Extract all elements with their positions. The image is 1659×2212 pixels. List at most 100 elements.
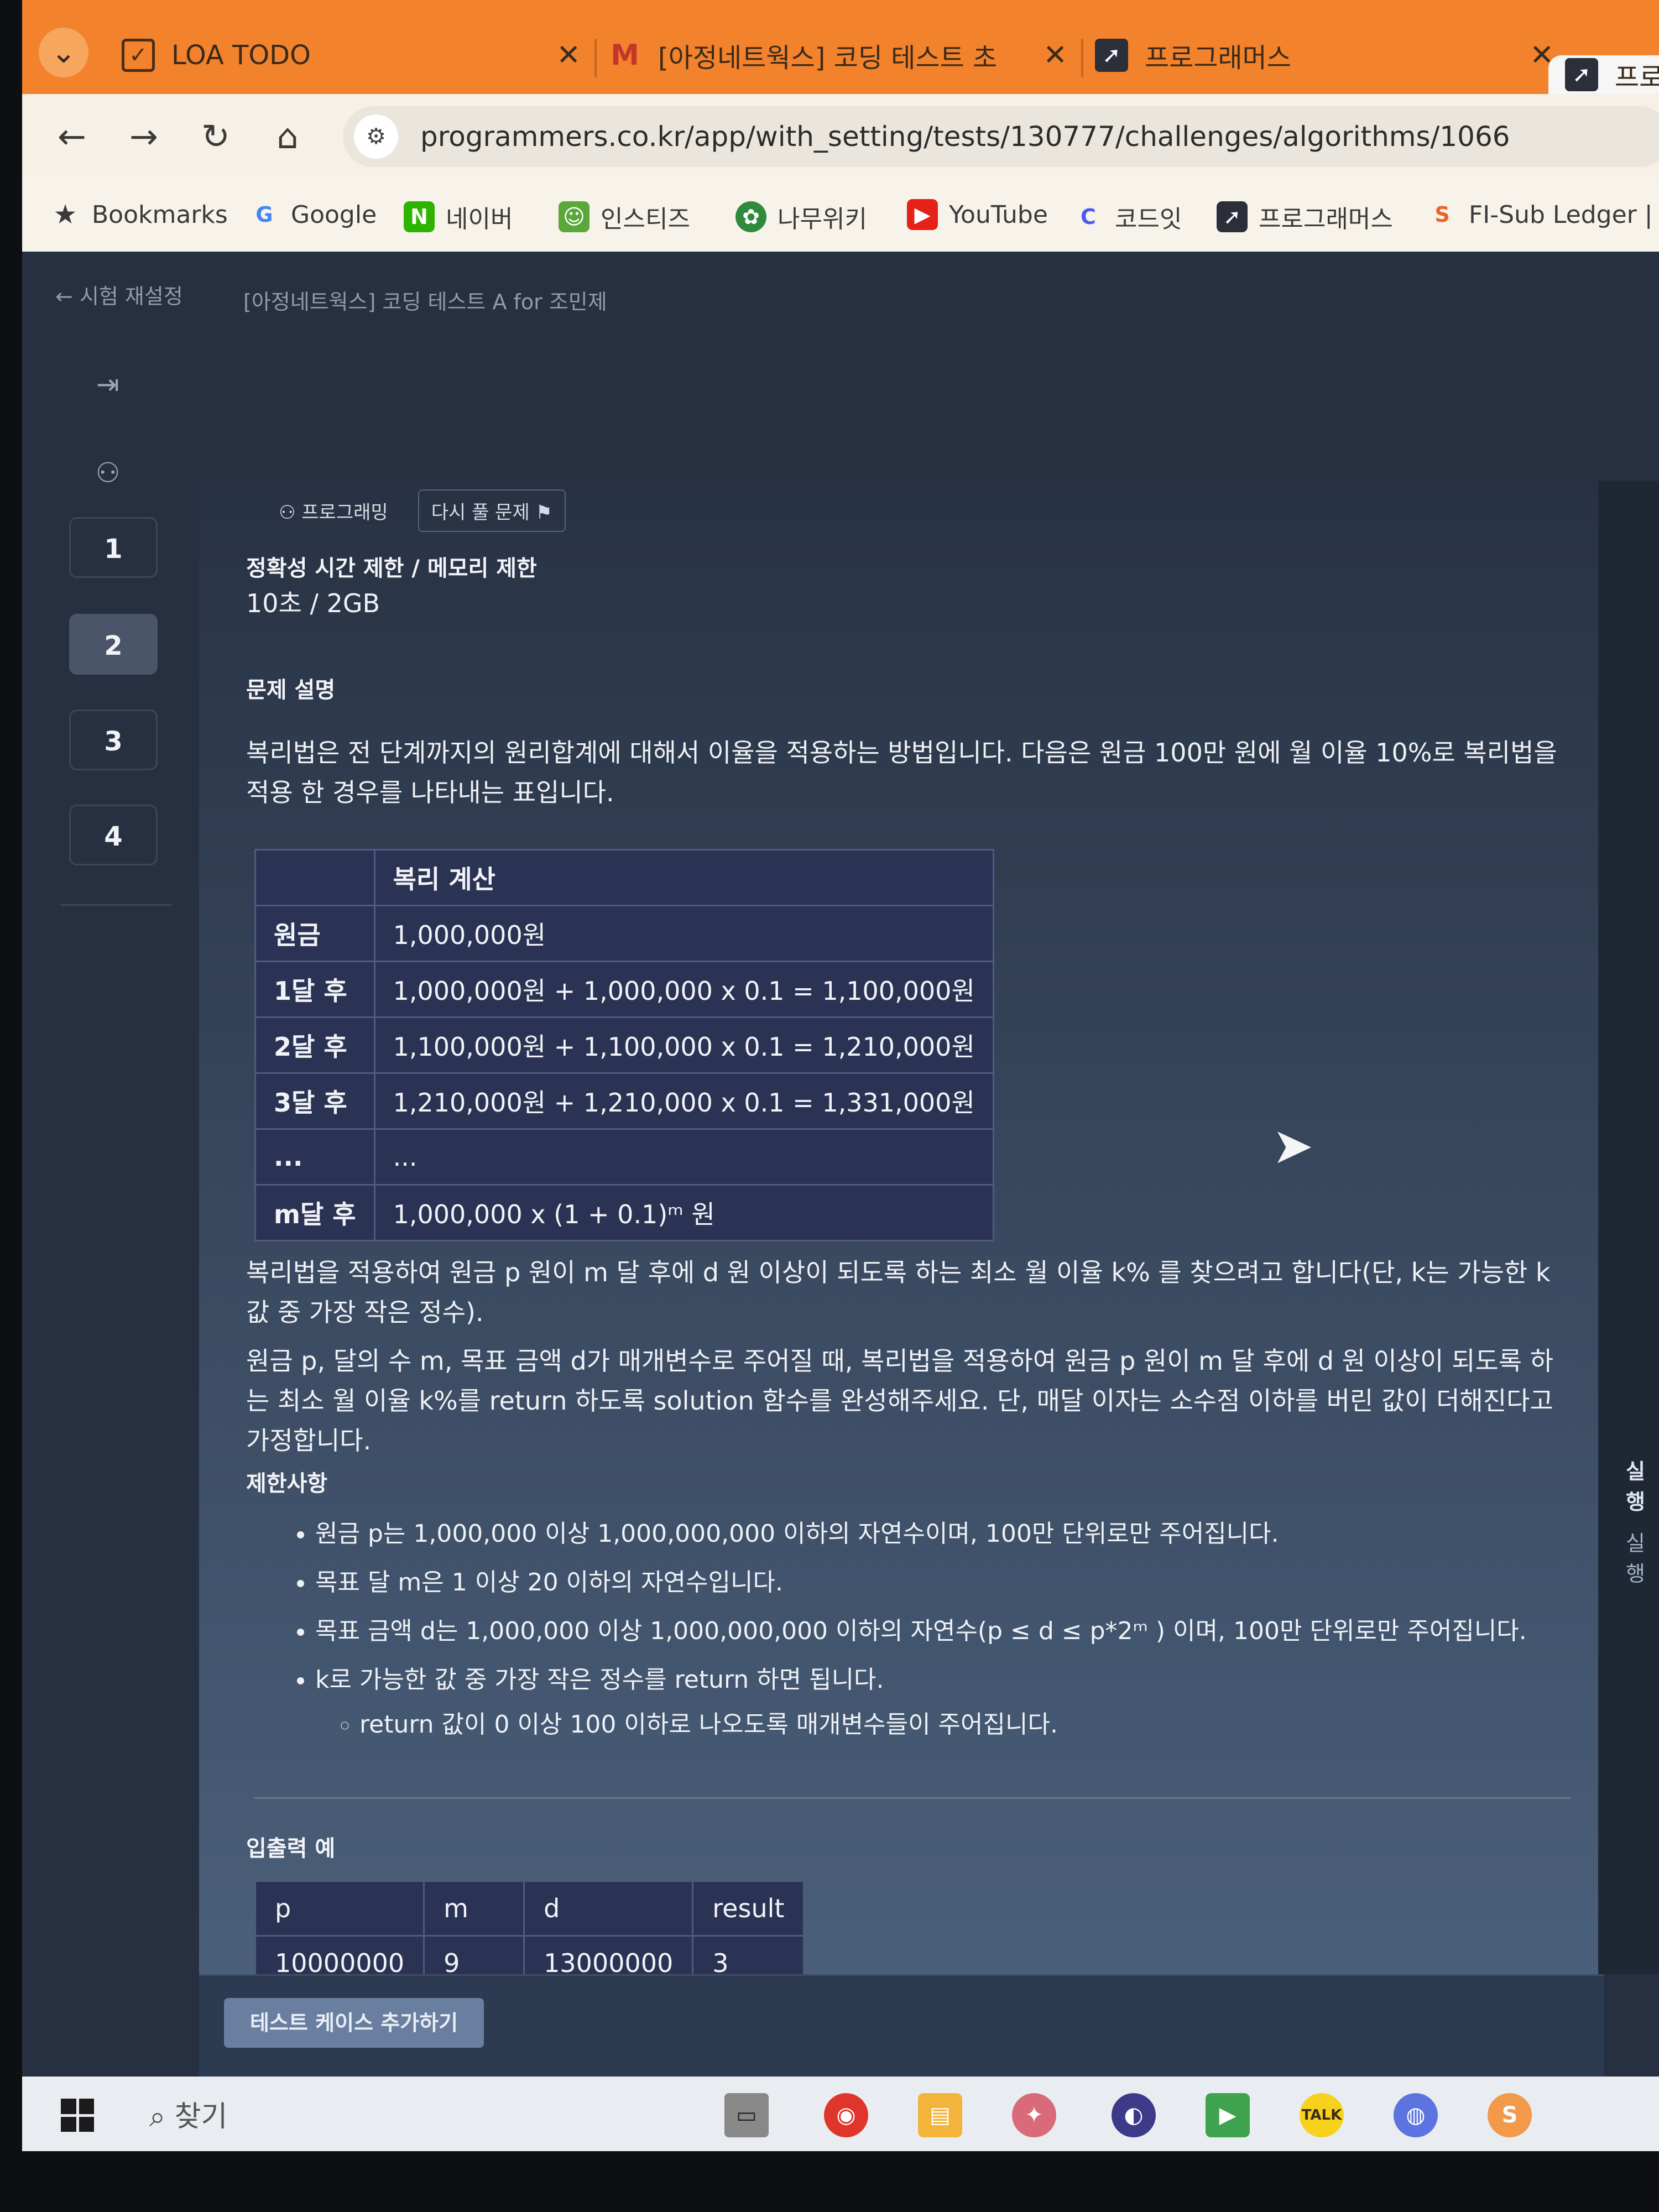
description-paragraph-2: 복리법을 적용하여 원금 p 원이 m 달 후에 d 원 이상이 되도록 하는 … bbox=[246, 1258, 1551, 1327]
app-icon[interactable]: ◍ bbox=[1394, 2093, 1438, 2137]
table-row: ... ... bbox=[254, 1128, 994, 1186]
star-icon: ★ bbox=[53, 199, 77, 230]
instiz-icon: ☺ bbox=[559, 201, 589, 232]
mouse-cursor-icon: ➤ bbox=[1272, 1117, 1314, 1175]
bookmark-codeit[interactable]: C 코드잇 bbox=[1073, 199, 1182, 234]
table-header-cell: 복리 계산 bbox=[373, 849, 994, 906]
app-icon[interactable]: S bbox=[1488, 2093, 1532, 2137]
task-view-icon[interactable]: ▭ bbox=[724, 2093, 769, 2137]
tab-gmail[interactable]: M [아정네트웍스] 코딩 테스트 초 ✕ bbox=[608, 22, 1067, 88]
tab-title: 프로그래머스 bbox=[1145, 43, 1291, 74]
table-cell: m달 후 bbox=[254, 1184, 375, 1241]
table-row: 원금 1,000,000원 bbox=[254, 905, 994, 962]
os-taskbar: ⌕ 찾기 ▭ ◉ ▤ ✦ ◐ ▶ TALK ◍ S bbox=[22, 2077, 1659, 2151]
back-arrow-icon: ← bbox=[55, 284, 73, 309]
file-explorer-icon[interactable]: ▤ bbox=[918, 2093, 962, 2137]
chrome-icon[interactable]: ◉ bbox=[824, 2093, 868, 2137]
bookmark-bookmarks[interactable]: ★ Bookmarks bbox=[50, 199, 227, 230]
kakaotalk-icon[interactable]: TALK bbox=[1300, 2093, 1344, 2137]
tab-programmers-active[interactable]: ➚ 프로 bbox=[1548, 55, 1659, 94]
table-cell: 3달 후 bbox=[254, 1072, 375, 1130]
app-icon[interactable]: ◐ bbox=[1112, 2093, 1156, 2137]
naver-icon: N bbox=[404, 201, 435, 232]
table-header-cell: result bbox=[692, 1880, 805, 1937]
media-player-icon[interactable]: ▶ bbox=[1206, 2093, 1250, 2137]
address-bar[interactable]: ⚙ programmers.co.kr/app/with_setting/tes… bbox=[343, 106, 1659, 167]
bookmark-label: FI-Sub Ledger | L bbox=[1469, 200, 1659, 229]
programmers-icon: ➚ bbox=[1217, 201, 1248, 232]
windows-start-icon[interactable] bbox=[61, 2099, 94, 2132]
bookmark-fi-sub-ledger[interactable]: S FI-Sub Ledger | L bbox=[1427, 199, 1659, 230]
table-cell: 1,210,000원 + 1,210,000 x 0.1 = 1,331,000… bbox=[373, 1072, 994, 1130]
question-button-2[interactable]: 2 bbox=[69, 614, 158, 675]
io-example-table: p m d result 10000000 9 13000000 3 bbox=[254, 1880, 805, 1974]
bookmark-label: 프로그래머스 bbox=[1259, 205, 1393, 233]
question-button-3[interactable]: 3 bbox=[69, 709, 158, 770]
url-text[interactable]: programmers.co.kr/app/with_setting/tests… bbox=[420, 121, 1510, 153]
bookmarks-bar: ★ Bookmarks G Google N 네이버 ☺ 인스티즈 ✿ 나무위키… bbox=[22, 177, 1659, 253]
back-arrow-icon[interactable]: ← bbox=[50, 116, 94, 156]
table-row: 3달 후 1,210,000원 + 1,210,000 x 0.1 = 1,33… bbox=[254, 1072, 994, 1130]
question-button-4[interactable]: 4 bbox=[69, 805, 158, 865]
category-chip: ⚇ 프로그래밍 bbox=[265, 489, 401, 532]
codeit-icon: C bbox=[1081, 205, 1096, 229]
namuwiki-icon: ✿ bbox=[735, 201, 766, 232]
programmers-icon: ➚ bbox=[1095, 39, 1128, 72]
tab-programmers[interactable]: ➚ 프로그래머스 ✕ bbox=[1095, 22, 1554, 88]
bookmark-label: 인스티즈 bbox=[601, 205, 690, 233]
search-icon: ⌕ bbox=[149, 2100, 175, 2133]
reset-exam-link[interactable]: ← 시험 재설정 bbox=[55, 279, 183, 310]
io-heading: 입출력 예 bbox=[246, 1836, 336, 1861]
flag-icon: ⚑ bbox=[535, 502, 553, 524]
app-icon[interactable]: ✦ bbox=[1012, 2093, 1056, 2137]
google-icon: G bbox=[255, 202, 273, 227]
run-result-label: 실행 bbox=[1626, 1531, 1645, 1586]
bottom-action-bar: 테스트 케이스 추가하기 bbox=[199, 1974, 1604, 2078]
close-icon[interactable]: ✕ bbox=[556, 39, 581, 72]
bookmark-programmers[interactable]: ➚ 프로그래머스 bbox=[1217, 199, 1393, 234]
list-item-text: k로 가능한 값 중 가장 작은 정수를 return 하면 됩니다. bbox=[315, 1666, 884, 1694]
taskbar-search[interactable]: ⌕ 찾기 bbox=[149, 2093, 227, 2135]
tab-search-chevron-icon[interactable]: ⌄ bbox=[39, 28, 88, 77]
question-button-1[interactable]: 1 bbox=[69, 517, 158, 578]
bookmark-youtube[interactable]: ▶ YouTube bbox=[907, 199, 1048, 230]
table-cell: 10000000 bbox=[254, 1935, 425, 1974]
description-paragraph-3: 원금 p, 달의 수 m, 목표 금액 d가 매개변수로 주어질 때, 복리법을… bbox=[246, 1346, 1554, 1455]
editor-panel-edge bbox=[1598, 481, 1659, 1974]
table-header-cell: m bbox=[423, 1880, 525, 1937]
bookmark-label: YouTube bbox=[949, 200, 1048, 229]
bookmark-google[interactable]: G Google bbox=[249, 199, 377, 230]
run-tab-label[interactable]: 실행 bbox=[1626, 1454, 1659, 1515]
panel-toggle-icon[interactable]: ⇥ bbox=[88, 365, 127, 404]
table-cell: 9 bbox=[423, 1935, 525, 1974]
reload-icon[interactable]: ↻ bbox=[194, 116, 238, 156]
programming-icon[interactable]: ⚇ bbox=[88, 453, 127, 492]
bookmark-naver[interactable]: N 네이버 bbox=[404, 199, 513, 234]
add-testcase-button[interactable]: 테스트 케이스 추가하기 bbox=[224, 1998, 484, 2048]
forward-arrow-icon[interactable]: → bbox=[122, 116, 166, 156]
table-row: p m d result bbox=[254, 1880, 805, 1937]
retry-problem-chip[interactable]: 다시 풀 문제 ⚑ bbox=[418, 489, 566, 532]
bookmark-namuwiki[interactable]: ✿ 나무위키 bbox=[735, 199, 867, 234]
fi-sub-icon: S bbox=[1434, 202, 1450, 227]
browser-toolbar: ← → ↻ ⌂ ⚙ programmers.co.kr/app/with_set… bbox=[22, 94, 1659, 177]
search-label: 찾기 bbox=[174, 2100, 228, 2133]
youtube-icon: ▶ bbox=[907, 199, 938, 230]
table-row: m달 후 1,000,000 x (1 + 0.1)ᵐ 원 bbox=[254, 1184, 994, 1241]
page-header: ← 시험 재설정 [아정네트웍스] 코딩 테스트 A for 조민제 bbox=[22, 252, 1659, 351]
table-cell: 1,000,000 x (1 + 0.1)ᵐ 원 bbox=[373, 1184, 994, 1241]
tab-loa-todo[interactable]: ✓ LOA TODO ✕ bbox=[122, 22, 581, 88]
home-icon[interactable]: ⌂ bbox=[265, 116, 310, 156]
description-heading: 문제 설명 bbox=[246, 677, 336, 703]
table-cell: ... bbox=[254, 1128, 375, 1186]
gmail-icon: M bbox=[611, 39, 639, 72]
table-cell: 원금 bbox=[254, 905, 375, 962]
limits-heading: 정확성 시간 제한 / 메모리 제한 bbox=[246, 556, 537, 581]
close-icon[interactable]: ✕ bbox=[1043, 39, 1067, 72]
screen: ⌄ ✓ LOA TODO ✕ M [아정네트웍스] 코딩 테스트 초 ✕ ➚ 프… bbox=[22, 0, 1659, 2151]
description-paragraph-1: 복리법은 전 단계까지의 원리합계에 대해서 이율을 적용하는 방법입니다. 다… bbox=[246, 738, 1557, 807]
bookmark-instiz[interactable]: ☺ 인스티즈 bbox=[559, 199, 690, 234]
site-settings-icon[interactable]: ⚙ bbox=[354, 114, 398, 159]
sidebar-divider bbox=[61, 904, 171, 906]
tab-divider bbox=[594, 39, 597, 77]
